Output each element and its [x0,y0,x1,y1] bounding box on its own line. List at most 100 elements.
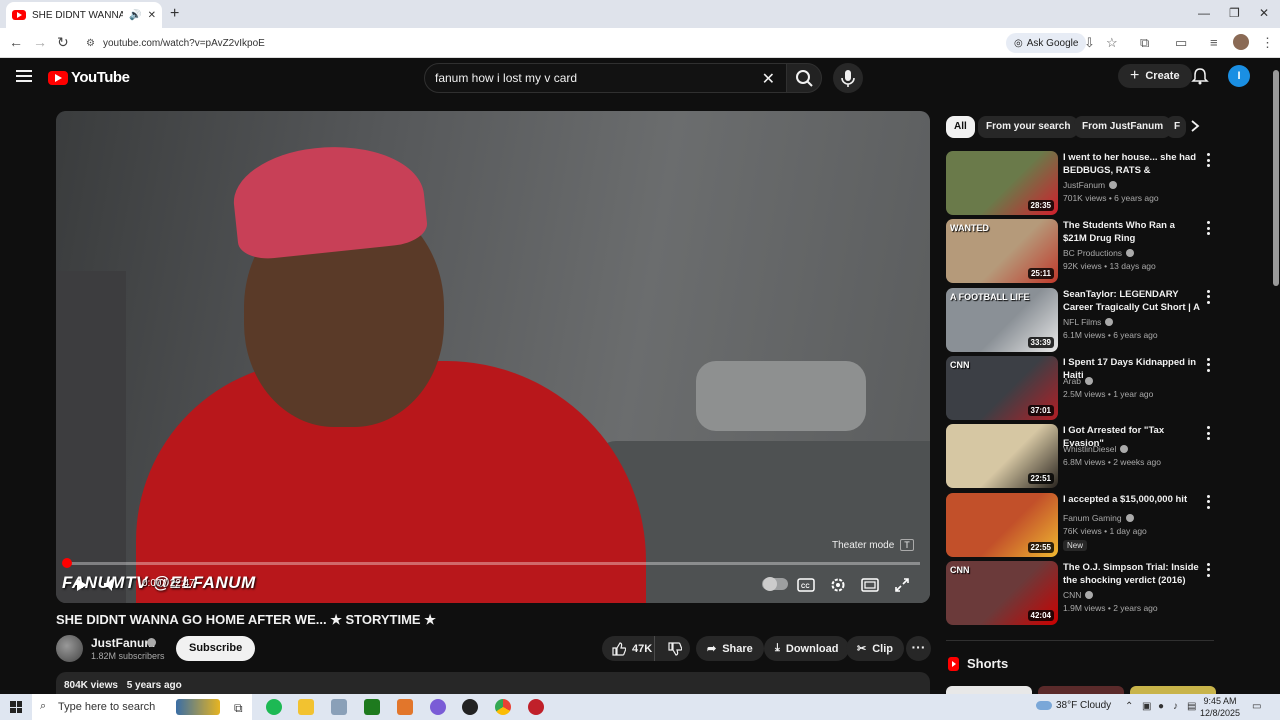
more-actions-icon[interactable]: ··· [906,636,931,661]
browser-tab[interactable]: SHE DIDNT WANNA GO HOM 🔊 ✕ [6,2,162,28]
file-explorer-icon[interactable] [298,699,314,715]
volume-tray-icon[interactable]: ♪ [1173,701,1178,712]
taskbar-widget-icon[interactable] [176,699,220,715]
more-options-icon[interactable] [1204,426,1212,441]
tab-close-icon[interactable]: ✕ [148,10,156,21]
video-thumbnail[interactable]: 22:51 [946,424,1058,489]
recommendation-item[interactable]: WANTED 25:11 The Students Who Ran a $21M D… [946,219,1216,284]
youtube-logo[interactable]: YouTube [48,69,130,86]
more-options-icon[interactable] [1204,289,1212,304]
channel-avatar[interactable] [56,635,83,662]
voice-search-button[interactable] [833,63,863,93]
recommendation-channel[interactable]: BC Productions [1063,248,1135,258]
recommendation-item[interactable]: 22:55 I accepted a $15,000,000 hit Fanum G… [946,492,1216,557]
windows-start-icon[interactable] [10,701,22,713]
site-info-icon[interactable]: ⚙ [86,38,95,49]
more-options-icon[interactable] [1204,221,1212,236]
bookmark-star-icon[interactable]: ☆ [1106,35,1118,51]
volume-icon[interactable] [100,574,122,596]
theater-mode-icon[interactable] [859,574,881,596]
app-icon[interactable] [528,699,544,715]
clip-button[interactable]: ✂ Clip [846,636,904,661]
minimize-icon[interactable]: — [1198,6,1210,20]
search-button[interactable] [786,63,822,93]
menu-icon[interactable] [16,70,32,82]
video-thumbnail[interactable]: 22:55 [946,492,1058,557]
forward-icon[interactable]: → [33,34,47,50]
captions-icon[interactable]: CC [795,574,817,596]
chrome-icon[interactable] [495,699,511,715]
short-thumbnail[interactable] [1038,686,1124,694]
video-thumbnail[interactable]: CNN 37:01 [946,355,1058,420]
app-icon[interactable] [462,699,478,715]
more-options-icon[interactable] [1204,357,1212,372]
recommendation-item[interactable]: 28:35 I went to her house... she had BEDB… [946,151,1216,215]
side-panel-icon[interactable]: ▭ [1175,35,1187,51]
recommendation-channel[interactable]: JustFanum [1063,180,1118,190]
short-thumbnail[interactable] [946,686,1032,694]
more-options-icon[interactable] [1204,562,1212,577]
extensions-icon[interactable]: ⧉ [1140,35,1149,51]
create-button[interactable]: + Create [1118,64,1192,88]
clear-search-icon[interactable]: ✕ [762,69,775,89]
recommendation-channel[interactable]: WhistlinDiesel [1063,444,1129,454]
recommendation-title[interactable]: The O.J. Simpson Trial: Inside the shock… [1063,561,1201,587]
progress-scrubber[interactable] [62,558,72,568]
filter-chip[interactable]: From JustFanum [1074,116,1172,138]
tray-icon[interactable]: ▣ [1142,701,1151,712]
channel-name[interactable]: JustFanum [91,636,155,650]
share-button[interactable]: ➦ Share [696,636,764,661]
spotify-icon[interactable] [266,699,282,715]
shorts-thumbnails[interactable] [946,686,1216,694]
chip-next-icon[interactable] [1190,119,1200,137]
browser-profile-avatar[interactable] [1233,34,1249,50]
short-thumbnail[interactable] [1130,686,1216,694]
filter-chip[interactable]: From your search [978,116,1079,138]
video-thumbnail[interactable]: 28:35 [946,151,1058,215]
like-button[interactable]: 47K [602,636,655,661]
weather-widget[interactable]: 38°F Cloudy [1036,700,1111,711]
notifications-icon[interactable]: ▭ [1252,701,1261,712]
task-view-icon[interactable]: ⧉ [234,701,243,716]
recommendation-channel[interactable]: Fanum Gaming [1063,513,1134,523]
fullscreen-icon[interactable] [891,574,913,596]
taskbar-clock[interactable]: 9:45 AM 12/8/2025 [1200,695,1240,719]
progress-bar[interactable] [66,562,920,565]
video-thumbnail[interactable]: CNN 42:04 [946,560,1058,625]
filter-chip[interactable]: All [946,116,975,138]
more-options-icon[interactable] [1204,494,1212,509]
window-close-icon[interactable]: ✕ [1259,6,1269,20]
notifications-bell-icon[interactable] [1191,67,1209,85]
recommendation-channel[interactable]: Arab [1063,376,1093,386]
recommendation-title[interactable]: I went to her house... she had BEDBUGS, … [1063,151,1201,178]
subscribe-button[interactable]: Subscribe [176,636,256,661]
more-options-icon[interactable] [1204,153,1212,167]
new-tab-icon[interactable]: + [170,5,179,23]
scrollbar-thumb[interactable] [1273,70,1279,286]
restore-icon[interactable]: ❐ [1229,6,1240,20]
recommendation-channel[interactable]: CNN [1063,590,1094,600]
recommendation-item[interactable]: A FOOTBALL LIFE 33:39 SeanTaylor: LEGENDAR… [946,287,1216,352]
video-player[interactable]: Theater mode T FANUMTV @ELFANUM 0:00 / 2… [56,111,930,603]
recommendation-title[interactable]: The Students Who Ran a $21M Drug Ring [1063,219,1201,245]
account-avatar[interactable]: I [1228,65,1250,87]
reload-icon[interactable]: ↻ [57,34,69,51]
nvidia-icon[interactable] [364,699,380,715]
filter-chip[interactable]: F [1166,116,1186,138]
install-app-icon[interactable]: ⇩ [1084,35,1095,51]
video-thumbnail[interactable]: A FOOTBALL LIFE 33:39 [946,287,1058,352]
app-icon[interactable] [397,699,413,715]
microphone-tray-icon[interactable]: ● [1158,701,1164,712]
video-thumbnail[interactable]: WANTED 25:11 [946,219,1058,284]
settings-gear-icon[interactable] [827,574,849,596]
media-control-icon[interactable]: ≡ [1210,35,1218,50]
recommendation-channel[interactable]: NFL Films [1063,317,1114,327]
recommendation-title[interactable]: I accepted a $15,000,000 hit [1063,493,1201,506]
app-icon[interactable] [331,699,347,715]
download-button[interactable]: ⤓ Download [764,636,850,661]
url-field[interactable]: ⚙ youtube.com/watch?v=pAvZ2vIkpoE [78,32,998,54]
recommendation-title[interactable]: SeanTaylor: LEGENDARY Career Tragically … [1063,288,1201,315]
recommendation-item[interactable]: 22:51 I Got Arrested for "Tax Evasion" Whi… [946,424,1216,489]
speaker-icon[interactable]: 🔊 [129,10,141,21]
search-input[interactable] [435,71,755,85]
